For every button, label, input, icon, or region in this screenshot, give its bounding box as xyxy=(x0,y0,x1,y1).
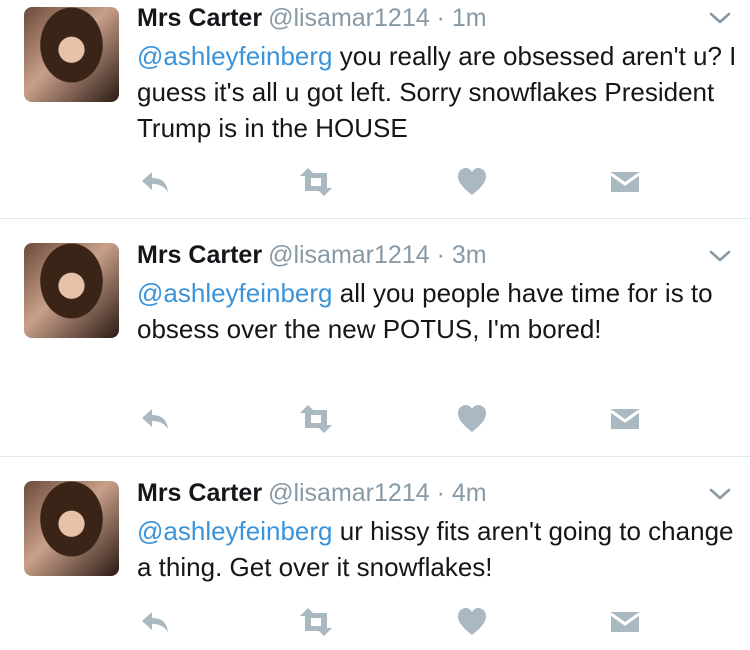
avatar[interactable] xyxy=(24,7,119,102)
mention-link[interactable]: @ashleyfeinberg xyxy=(137,41,333,71)
avatar[interactable] xyxy=(24,243,119,338)
display-name[interactable]: Mrs Carter xyxy=(137,4,262,32)
separator-dot: · xyxy=(436,479,445,507)
heart-icon[interactable] xyxy=(456,165,488,199)
timestamp[interactable]: 4m xyxy=(452,479,487,507)
heart-icon[interactable] xyxy=(456,605,488,639)
tweet[interactable]: Mrs Carter @lisamar1214 · 4m @ashleyfeinb… xyxy=(0,456,750,650)
user-handle[interactable]: @lisamar1214 xyxy=(268,479,430,507)
chevron-down-icon[interactable] xyxy=(708,248,732,264)
tweet[interactable]: Mrs Carter @lisamar1214 · 1m @ashleyfeinb… xyxy=(0,0,750,218)
chevron-down-icon[interactable] xyxy=(708,486,732,502)
retweet-icon[interactable] xyxy=(298,402,334,436)
display-name[interactable]: Mrs Carter xyxy=(137,479,262,507)
tweet-feed: Mrs Carter @lisamar1214 · 1m @ashleyfeinb… xyxy=(0,0,750,650)
reply-icon[interactable] xyxy=(138,402,172,436)
tweet-header: Mrs Carter @lisamar1214 · 1m xyxy=(137,2,487,34)
envelope-icon[interactable] xyxy=(609,605,641,639)
tweet-header: Mrs Carter @lisamar1214 · 4m xyxy=(137,477,487,509)
tweet-actions xyxy=(0,605,750,645)
tweet-text: @ashleyfeinberg you really are obsessed … xyxy=(137,38,737,146)
retweet-icon[interactable] xyxy=(298,165,334,199)
retweet-icon[interactable] xyxy=(298,605,334,639)
tweet-text: @ashleyfeinberg ur hissy fits aren't goi… xyxy=(137,513,737,585)
separator-dot: · xyxy=(436,241,445,269)
envelope-icon[interactable] xyxy=(609,165,641,199)
tweet-header: Mrs Carter @lisamar1214 · 3m xyxy=(137,239,487,271)
tweet-actions xyxy=(0,165,750,205)
user-handle[interactable]: @lisamar1214 xyxy=(268,4,430,32)
timestamp[interactable]: 3m xyxy=(452,241,487,269)
display-name[interactable]: Mrs Carter xyxy=(137,241,262,269)
tweet[interactable]: Mrs Carter @lisamar1214 · 3m @ashleyfeinb… xyxy=(0,218,750,456)
avatar[interactable] xyxy=(24,481,119,576)
reply-icon[interactable] xyxy=(138,165,172,199)
mention-link[interactable]: @ashleyfeinberg xyxy=(137,278,333,308)
chevron-down-icon[interactable] xyxy=(708,10,732,26)
reply-icon[interactable] xyxy=(138,605,172,639)
envelope-icon[interactable] xyxy=(609,402,641,436)
tweet-actions xyxy=(0,402,750,442)
timestamp[interactable]: 1m xyxy=(452,4,487,32)
tweet-text: @ashleyfeinberg all you people have time… xyxy=(137,275,737,347)
user-handle[interactable]: @lisamar1214 xyxy=(268,241,430,269)
heart-icon[interactable] xyxy=(456,402,488,436)
separator-dot: · xyxy=(436,4,445,32)
mention-link[interactable]: @ashleyfeinberg xyxy=(137,516,333,546)
